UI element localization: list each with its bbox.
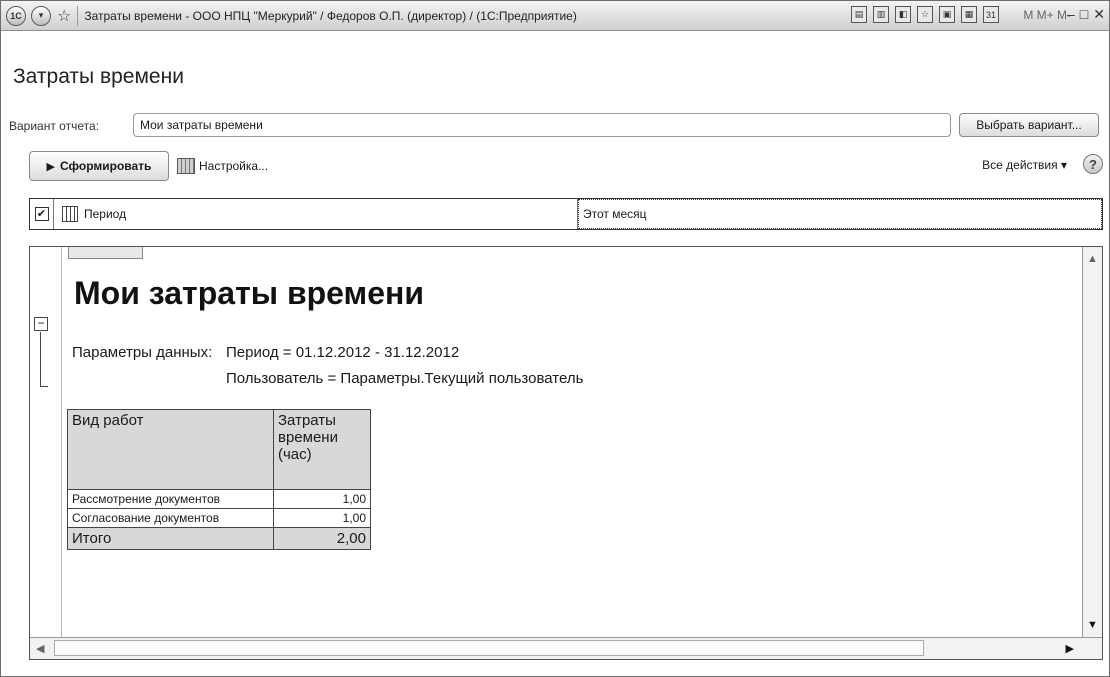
scroll-right-icon[interactable]: ▶ <box>1066 642 1074 655</box>
table-row: Согласование документов 1,00 <box>67 508 371 528</box>
title-bar: 1С ▾ ☆ Затраты времени - ООО НПЦ "Меркур… <box>1 1 1109 31</box>
print-icon[interactable]: ▥ <box>873 6 889 23</box>
row-hours[interactable]: 1,00 <box>273 489 371 509</box>
table-header-row: Вид работ Затраты времени (час) <box>67 409 371 490</box>
settings-label: Настройка... <box>199 159 269 173</box>
title-toolbar: ▤ ▥ ◧ ☆ ▣ ▦ 31 <box>851 6 999 23</box>
parameter-checkbox[interactable]: ✔ <box>34 207 49 221</box>
app-window: 1С ▾ ☆ Затраты времени - ООО НПЦ "Меркур… <box>0 0 1110 677</box>
parameter-check-cell: ✔ <box>30 199 54 229</box>
group-gutter: − <box>30 247 62 637</box>
report-title: Мои затраты времени <box>74 275 425 311</box>
bookmark-icon[interactable]: ▣ <box>939 6 955 23</box>
data-params-label: Параметры данных: <box>72 344 213 361</box>
play-icon: ▶ <box>46 160 56 173</box>
select-variant-button[interactable]: Выбрать вариант... <box>959 113 1099 137</box>
horizontal-scrollbar[interactable]: ◀ ▶ <box>30 637 1102 659</box>
row-work-type[interactable]: Согласование документов <box>67 508 274 528</box>
window-title: Затраты времени - ООО НПЦ "Меркурий" / Ф… <box>84 8 577 23</box>
variant-label: Вариант отчета: <box>9 119 99 133</box>
report-area[interactable]: − Мои затраты времени Параметры данных: … <box>29 246 1103 660</box>
1c-logo-icon[interactable]: 1С <box>6 5 26 26</box>
scroll-down-icon[interactable]: ▼ <box>1087 619 1098 631</box>
all-actions-menu[interactable]: Все действия ▾ <box>982 158 1067 172</box>
table-row: Рассмотрение документов 1,00 <box>67 489 371 509</box>
command-bar: ▶ Сформировать Настройка... Все действия… <box>29 151 1103 181</box>
generate-button[interactable]: ▶ Сформировать <box>29 151 169 181</box>
row-work-type[interactable]: Рассмотрение документов <box>67 489 274 509</box>
vertical-scrollbar[interactable]: ▲ ▼ <box>1082 247 1102 637</box>
parameter-name-cell: Период <box>54 199 578 229</box>
form-title: Затраты времени <box>13 65 184 88</box>
header-time-spent: Затраты времени (час) <box>273 409 371 490</box>
save-icon[interactable]: ▤ <box>851 6 867 23</box>
collapse-group-icon[interactable]: − <box>34 317 48 331</box>
calendar-icon[interactable]: 31 <box>983 6 999 23</box>
selected-cell-marker <box>68 247 143 259</box>
window-controls: ‒ □ ✕ <box>1067 6 1105 23</box>
data-params-user: Пользователь = Параметры.Текущий пользов… <box>226 370 584 387</box>
total-value: 2,00 <box>273 527 371 550</box>
variant-input[interactable]: Мои затраты времени <box>133 113 951 137</box>
report-table: Вид работ Затраты времени (час) Рассмотр… <box>67 409 371 550</box>
row-hours[interactable]: 1,00 <box>273 508 371 528</box>
parameter-value-field[interactable]: Этот месяц <box>578 199 1102 229</box>
variant-row: Вариант отчета: Мои затраты времени Выбр… <box>9 113 1103 139</box>
parameter-row: ✔ Период Этот месяц <box>29 198 1103 230</box>
minimize-icon[interactable]: ‒ <box>1067 6 1075 23</box>
menu-dropdown-icon[interactable]: ▾ <box>31 5 51 26</box>
parameter-name: Период <box>84 207 127 221</box>
calculator-icon[interactable]: ▦ <box>961 6 977 23</box>
data-params-period: Период = 01.12.2012 - 31.12.2012 <box>226 344 460 361</box>
scroll-up-icon[interactable]: ▲ <box>1087 253 1098 265</box>
total-label: Итого <box>67 527 274 550</box>
favorite-icon[interactable]: ☆ <box>917 6 933 23</box>
settings-button[interactable]: Настройка... <box>177 158 268 174</box>
settings-icon <box>177 158 195 174</box>
close-icon[interactable]: ✕ <box>1093 6 1105 23</box>
header-work-type: Вид работ <box>67 409 274 490</box>
horizontal-scroll-thumb[interactable] <box>54 640 924 656</box>
table-total-row: Итого 2,00 <box>67 527 371 550</box>
help-icon[interactable]: ? <box>1083 154 1103 174</box>
memory-buttons[interactable]: M M+ M- <box>1023 8 1071 22</box>
calendar-icon <box>62 206 78 222</box>
preview-icon[interactable]: ◧ <box>895 6 911 23</box>
title-separator <box>77 5 79 26</box>
maximize-icon[interactable]: □ <box>1080 6 1088 23</box>
generate-label: Сформировать <box>60 159 152 173</box>
favorite-star-icon[interactable]: ☆ <box>57 6 71 26</box>
group-bracket <box>40 332 48 387</box>
scroll-left-icon[interactable]: ◀ <box>36 642 44 655</box>
